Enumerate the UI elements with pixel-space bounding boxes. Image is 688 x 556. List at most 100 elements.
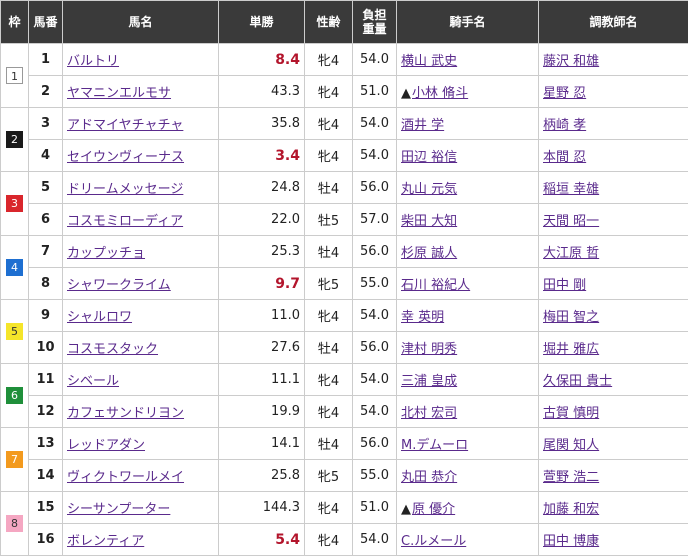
jockey-link[interactable]: 原 優介 (412, 502, 455, 517)
trainer-cell: 田中 博康 (539, 524, 688, 556)
horse-cell: セイウンヴィーナス (63, 140, 219, 172)
table-row: 8シャワークライム9.7牝555.0石川 裕紀人田中 剛 (1, 268, 688, 300)
jockey-cell: 田辺 裕信 (397, 140, 539, 172)
horse-link[interactable]: ドリームメッセージ (67, 182, 183, 197)
horse-link[interactable]: コスモミローディア (67, 214, 183, 229)
jockey-link[interactable]: C.ルメール (401, 534, 466, 549)
odds-cell: 25.3 (219, 236, 305, 268)
weight-cell: 55.0 (353, 460, 397, 492)
trainer-link[interactable]: 尾関 知人 (543, 438, 599, 453)
jockey-cell: 幸 英明 (397, 300, 539, 332)
horse-link[interactable]: コスモスタック (67, 342, 158, 357)
weight-cell: 57.0 (353, 204, 397, 236)
weight-cell: 51.0 (353, 492, 397, 524)
horse-link[interactable]: セイウンヴィーナス (67, 150, 184, 165)
horse-link[interactable]: シーサンプーター (67, 502, 170, 517)
trainer-link[interactable]: 田中 博康 (543, 534, 599, 549)
jockey-link[interactable]: 丸田 恭介 (401, 470, 457, 485)
table-row: 10コスモスタック27.6牡456.0津村 明秀堀井 雅広 (1, 332, 688, 364)
weight-cell: 56.0 (353, 428, 397, 460)
jockey-cell: 杉原 誠人 (397, 236, 539, 268)
odds-cell: 9.7 (219, 268, 305, 300)
odds-cell: 11.1 (219, 364, 305, 396)
waku-cell: 3 (1, 172, 29, 236)
jockey-link[interactable]: 酒井 学 (401, 118, 444, 133)
trainer-link[interactable]: 大江原 哲 (543, 246, 599, 261)
entry-table: 枠 馬番 馬名 単勝 性齢 負担 重量 騎手名 調教師名 11バルトリ8.4牝4… (0, 0, 688, 556)
horse-link[interactable]: アドマイヤチャチャ (67, 118, 183, 133)
table-row: 11バルトリ8.4牝454.0横山 武史藤沢 和雄 (1, 44, 688, 76)
horse-link[interactable]: ボレンティア (67, 534, 144, 549)
jockey-link[interactable]: 柴田 大知 (401, 214, 457, 229)
weight-cell: 54.0 (353, 108, 397, 140)
jockey-link[interactable]: 北村 宏司 (401, 406, 457, 421)
horse-link[interactable]: カップッチョ (67, 246, 145, 261)
weight-cell: 54.0 (353, 300, 397, 332)
jockey-link[interactable]: 小林 脩斗 (412, 86, 468, 101)
trainer-link[interactable]: 星野 忍 (543, 86, 586, 101)
jockey-link[interactable]: 横山 武史 (401, 54, 457, 69)
trainer-cell: 加藤 和宏 (539, 492, 688, 524)
horse-link[interactable]: カフェサンドリヨン (67, 406, 184, 421)
jockey-link[interactable]: 杉原 誠人 (401, 246, 457, 261)
trainer-link[interactable]: 本間 忍 (543, 150, 586, 165)
odds-cell: 24.8 (219, 172, 305, 204)
umaban-cell: 12 (29, 396, 63, 428)
jockey-link[interactable]: 津村 明秀 (401, 342, 457, 357)
jockey-link[interactable]: 田辺 裕信 (401, 150, 457, 165)
horse-link[interactable]: レッドアダン (67, 438, 145, 453)
trainer-link[interactable]: 加藤 和宏 (543, 502, 599, 517)
umaban-cell: 7 (29, 236, 63, 268)
jockey-cell: 丸田 恭介 (397, 460, 539, 492)
odds-cell: 19.9 (219, 396, 305, 428)
jockey-link[interactable]: 幸 英明 (401, 310, 444, 325)
trainer-link[interactable]: 柄崎 孝 (543, 118, 586, 133)
umaban-cell: 13 (29, 428, 63, 460)
jockey-link[interactable]: 三浦 皇成 (401, 374, 457, 389)
weight-cell: 51.0 (353, 76, 397, 108)
trainer-link[interactable]: 久保田 貴士 (543, 374, 612, 389)
jockey-link[interactable]: 石川 裕紀人 (401, 278, 470, 293)
waku-cell: 4 (1, 236, 29, 300)
umaban-cell: 4 (29, 140, 63, 172)
umaban-cell: 8 (29, 268, 63, 300)
trainer-link[interactable]: 稲垣 幸雄 (543, 182, 599, 197)
trainer-link[interactable]: 天間 昭一 (543, 214, 599, 229)
waku-cell: 7 (1, 428, 29, 492)
horse-cell: シベール (63, 364, 219, 396)
trainer-link[interactable]: 梅田 智之 (543, 310, 599, 325)
trainer-cell: 萱野 浩二 (539, 460, 688, 492)
trainer-link[interactable]: 藤沢 和雄 (543, 54, 599, 69)
jockey-cell: 三浦 皇成 (397, 364, 539, 396)
waku-badge: 4 (6, 259, 23, 276)
horse-link[interactable]: シベール (67, 374, 119, 389)
umaban-cell: 9 (29, 300, 63, 332)
horse-cell: シーサンプーター (63, 492, 219, 524)
odds-cell: 14.1 (219, 428, 305, 460)
horse-link[interactable]: ヴィクトワールメイ (67, 470, 184, 485)
jockey-link[interactable]: M.デムーロ (401, 438, 468, 453)
jockey-cell: 石川 裕紀人 (397, 268, 539, 300)
table-row: 35ドリームメッセージ24.8牡456.0丸山 元気稲垣 幸雄 (1, 172, 688, 204)
trainer-cell: 堀井 雅広 (539, 332, 688, 364)
umaban-cell: 10 (29, 332, 63, 364)
trainer-link[interactable]: 古賀 慎明 (543, 406, 599, 421)
jockey-cell: M.デムーロ (397, 428, 539, 460)
trainer-link[interactable]: 田中 剛 (543, 278, 586, 293)
trainer-link[interactable]: 堀井 雅広 (543, 342, 599, 357)
trainer-link[interactable]: 萱野 浩二 (543, 470, 599, 485)
weight-cell: 56.0 (353, 172, 397, 204)
table-row: 2ヤマニンエルモサ43.3牝451.0▲小林 脩斗星野 忍 (1, 76, 688, 108)
horse-link[interactable]: シャワークライム (67, 278, 171, 293)
jockey-link[interactable]: 丸山 元気 (401, 182, 457, 197)
horse-link[interactable]: シャルロワ (67, 310, 132, 325)
umaban-cell: 11 (29, 364, 63, 396)
table-row: 4セイウンヴィーナス3.4牝454.0田辺 裕信本間 忍 (1, 140, 688, 172)
sexage-cell: 牝4 (305, 492, 353, 524)
jockey-cell: 柴田 大知 (397, 204, 539, 236)
horse-link[interactable]: ヤマニンエルモサ (67, 86, 171, 101)
horse-link[interactable]: バルトリ (67, 54, 119, 69)
header-jockey: 騎手名 (397, 1, 539, 44)
sexage-cell: 牝5 (305, 460, 353, 492)
horse-cell: ドリームメッセージ (63, 172, 219, 204)
